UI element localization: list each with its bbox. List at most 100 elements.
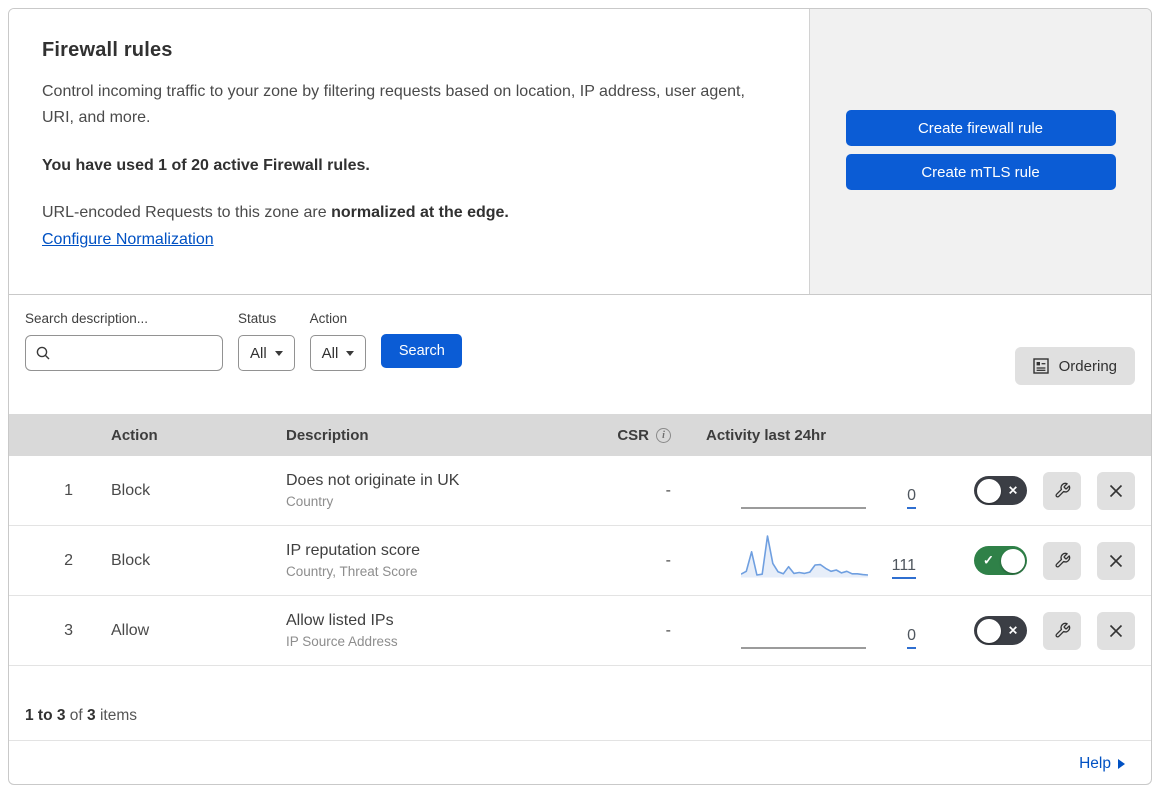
wrench-icon — [1054, 622, 1071, 639]
toggle-knob — [976, 618, 1001, 643]
usage-summary: You have used 1 of 20 active Firewall ru… — [42, 156, 370, 174]
rule-priority-number: 3 — [64, 621, 73, 639]
delete-rule-button[interactable] — [1097, 471, 1135, 510]
cta-panel: Create firewall rule Create mTLS rule — [809, 9, 1151, 294]
activity-count-link[interactable]: 111 — [891, 558, 916, 579]
status-dropdown-value: All — [250, 344, 267, 362]
rule-enabled-toggle[interactable]: ✓ — [974, 546, 1027, 575]
chevron-down-icon — [274, 351, 283, 356]
action-dropdown[interactable]: All — [309, 335, 367, 371]
rule-description: IP reputation score — [286, 542, 421, 559]
status-dropdown[interactable]: All — [238, 335, 295, 371]
close-icon — [1108, 623, 1124, 639]
items-total: 3 — [87, 707, 96, 724]
rule-expression-fields: Country — [286, 494, 334, 509]
rule-expression-fields: IP Source Address — [286, 634, 398, 649]
edit-rule-button[interactable] — [1043, 611, 1081, 650]
activity-sparkline-chart — [741, 461, 868, 509]
arrow-right-icon — [1118, 759, 1125, 769]
intro-panel: Firewall rules Control incoming traffic … — [9, 9, 809, 294]
rule-priority-number: 2 — [64, 551, 73, 569]
toggle-knob — [976, 478, 1001, 503]
col-csr-header-label: CSR — [617, 426, 649, 444]
col-csr-header: CSR i — [617, 427, 671, 444]
ordering-button[interactable]: Ordering — [1014, 347, 1135, 385]
search-icon — [35, 345, 51, 361]
rule-controls: ✕ — [916, 456, 1151, 525]
search-button[interactable]: Search — [381, 334, 463, 368]
rule-action: Allow — [111, 621, 150, 639]
table-row: 2 Block IP reputation score Country, Thr… — [9, 526, 1151, 596]
normalization-note: URL-encoded Requests to this zone are no… — [42, 204, 769, 222]
rule-description: Allow listed IPs — [286, 612, 394, 629]
delete-rule-button[interactable] — [1097, 611, 1135, 650]
rule-enabled-toggle[interactable]: ✕ — [974, 476, 1027, 505]
filter-bar: Search description... Status All Action … — [9, 295, 1151, 414]
rule-description-cell: Allow listed IPs IP Source Address — [286, 612, 606, 649]
items-range: 1 to 3 — [25, 707, 66, 724]
table-body: 1 Block Does not originate in UK Country… — [9, 456, 1151, 666]
status-filter-group: Status All — [238, 311, 295, 371]
col-description-header: Description — [286, 426, 369, 444]
action-filter-group: Action All — [309, 311, 367, 371]
help-bar: Help — [9, 741, 1151, 784]
items-suffix: items — [95, 707, 137, 724]
page-description: Control incoming traffic to your zone by… — [42, 83, 745, 126]
rule-controls: ✕ — [916, 596, 1151, 665]
rule-activity-cell: 0 — [671, 456, 916, 525]
activity-count-link[interactable]: 0 — [907, 628, 916, 649]
rule-priority-number: 1 — [64, 481, 73, 499]
delete-rule-button[interactable] — [1097, 541, 1135, 580]
rule-action: Block — [111, 551, 151, 569]
help-link-label: Help — [1079, 755, 1111, 772]
ordering-list-icon — [1032, 358, 1049, 374]
create-firewall-rule-button[interactable]: Create firewall rule — [845, 110, 1116, 146]
col-activity-header: Activity last 24hr — [706, 426, 827, 444]
close-icon — [1108, 553, 1124, 569]
activity-flatline — [741, 647, 866, 649]
search-group: Search description... — [25, 311, 223, 371]
search-label: Search description... — [25, 311, 149, 326]
activity-sparkline-chart — [741, 601, 868, 649]
normalization-note-text: URL-encoded Requests to this zone are — [42, 203, 332, 221]
rule-description-cell: IP reputation score Country, Threat Scor… — [286, 542, 606, 579]
status-label: Status — [238, 311, 277, 326]
search-input-wrapper — [25, 335, 223, 371]
configure-normalization-link[interactable]: Configure Normalization — [42, 231, 214, 248]
close-icon — [1108, 483, 1124, 499]
rule-description: Does not originate in UK — [286, 472, 460, 489]
normalization-note-bold: normalized at the edge. — [331, 203, 509, 221]
rule-activity-cell: 0 — [671, 596, 916, 665]
action-dropdown-value: All — [321, 344, 339, 362]
csr-info-icon[interactable]: i — [656, 427, 671, 443]
activity-flatline — [741, 507, 866, 509]
toggle-state-icon: ✓ — [983, 552, 994, 568]
wrench-icon — [1054, 482, 1071, 499]
chevron-down-icon — [346, 351, 355, 356]
table-header: Action Description CSR i Activity last 2… — [9, 414, 1151, 456]
items-count-bar: 1 to 3 of 3 items — [9, 666, 1151, 741]
toggle-state-icon: ✕ — [1007, 483, 1018, 498]
wrench-icon — [1054, 552, 1071, 569]
items-of: of — [65, 707, 88, 724]
rule-activity-cell: 111 — [671, 526, 916, 595]
rule-description-cell: Does not originate in UK Country — [286, 472, 606, 509]
toggle-state-icon: ✕ — [1007, 623, 1018, 638]
rule-expression-fields: Country, Threat Score — [286, 564, 418, 579]
rule-enabled-toggle[interactable]: ✕ — [974, 616, 1027, 645]
action-label: Action — [309, 311, 348, 326]
ordering-button-label: Ordering — [1058, 357, 1117, 375]
page-title: Firewall rules — [42, 39, 173, 61]
activity-count-link[interactable]: 0 — [907, 488, 916, 509]
rule-controls: ✓ — [916, 526, 1151, 595]
toggle-knob — [1000, 548, 1025, 573]
create-mtls-rule-button[interactable]: Create mTLS rule — [845, 154, 1116, 190]
help-link[interactable]: Help — [1079, 755, 1125, 773]
edit-rule-button[interactable] — [1043, 471, 1081, 510]
edit-rule-button[interactable] — [1043, 541, 1081, 580]
table-row: 1 Block Does not originate in UK Country… — [9, 456, 1151, 526]
rule-action: Block — [111, 481, 151, 499]
table-row: 3 Allow Allow listed IPs IP Source Addre… — [9, 596, 1151, 666]
col-action-header: Action — [111, 426, 158, 444]
search-input[interactable] — [51, 345, 213, 361]
